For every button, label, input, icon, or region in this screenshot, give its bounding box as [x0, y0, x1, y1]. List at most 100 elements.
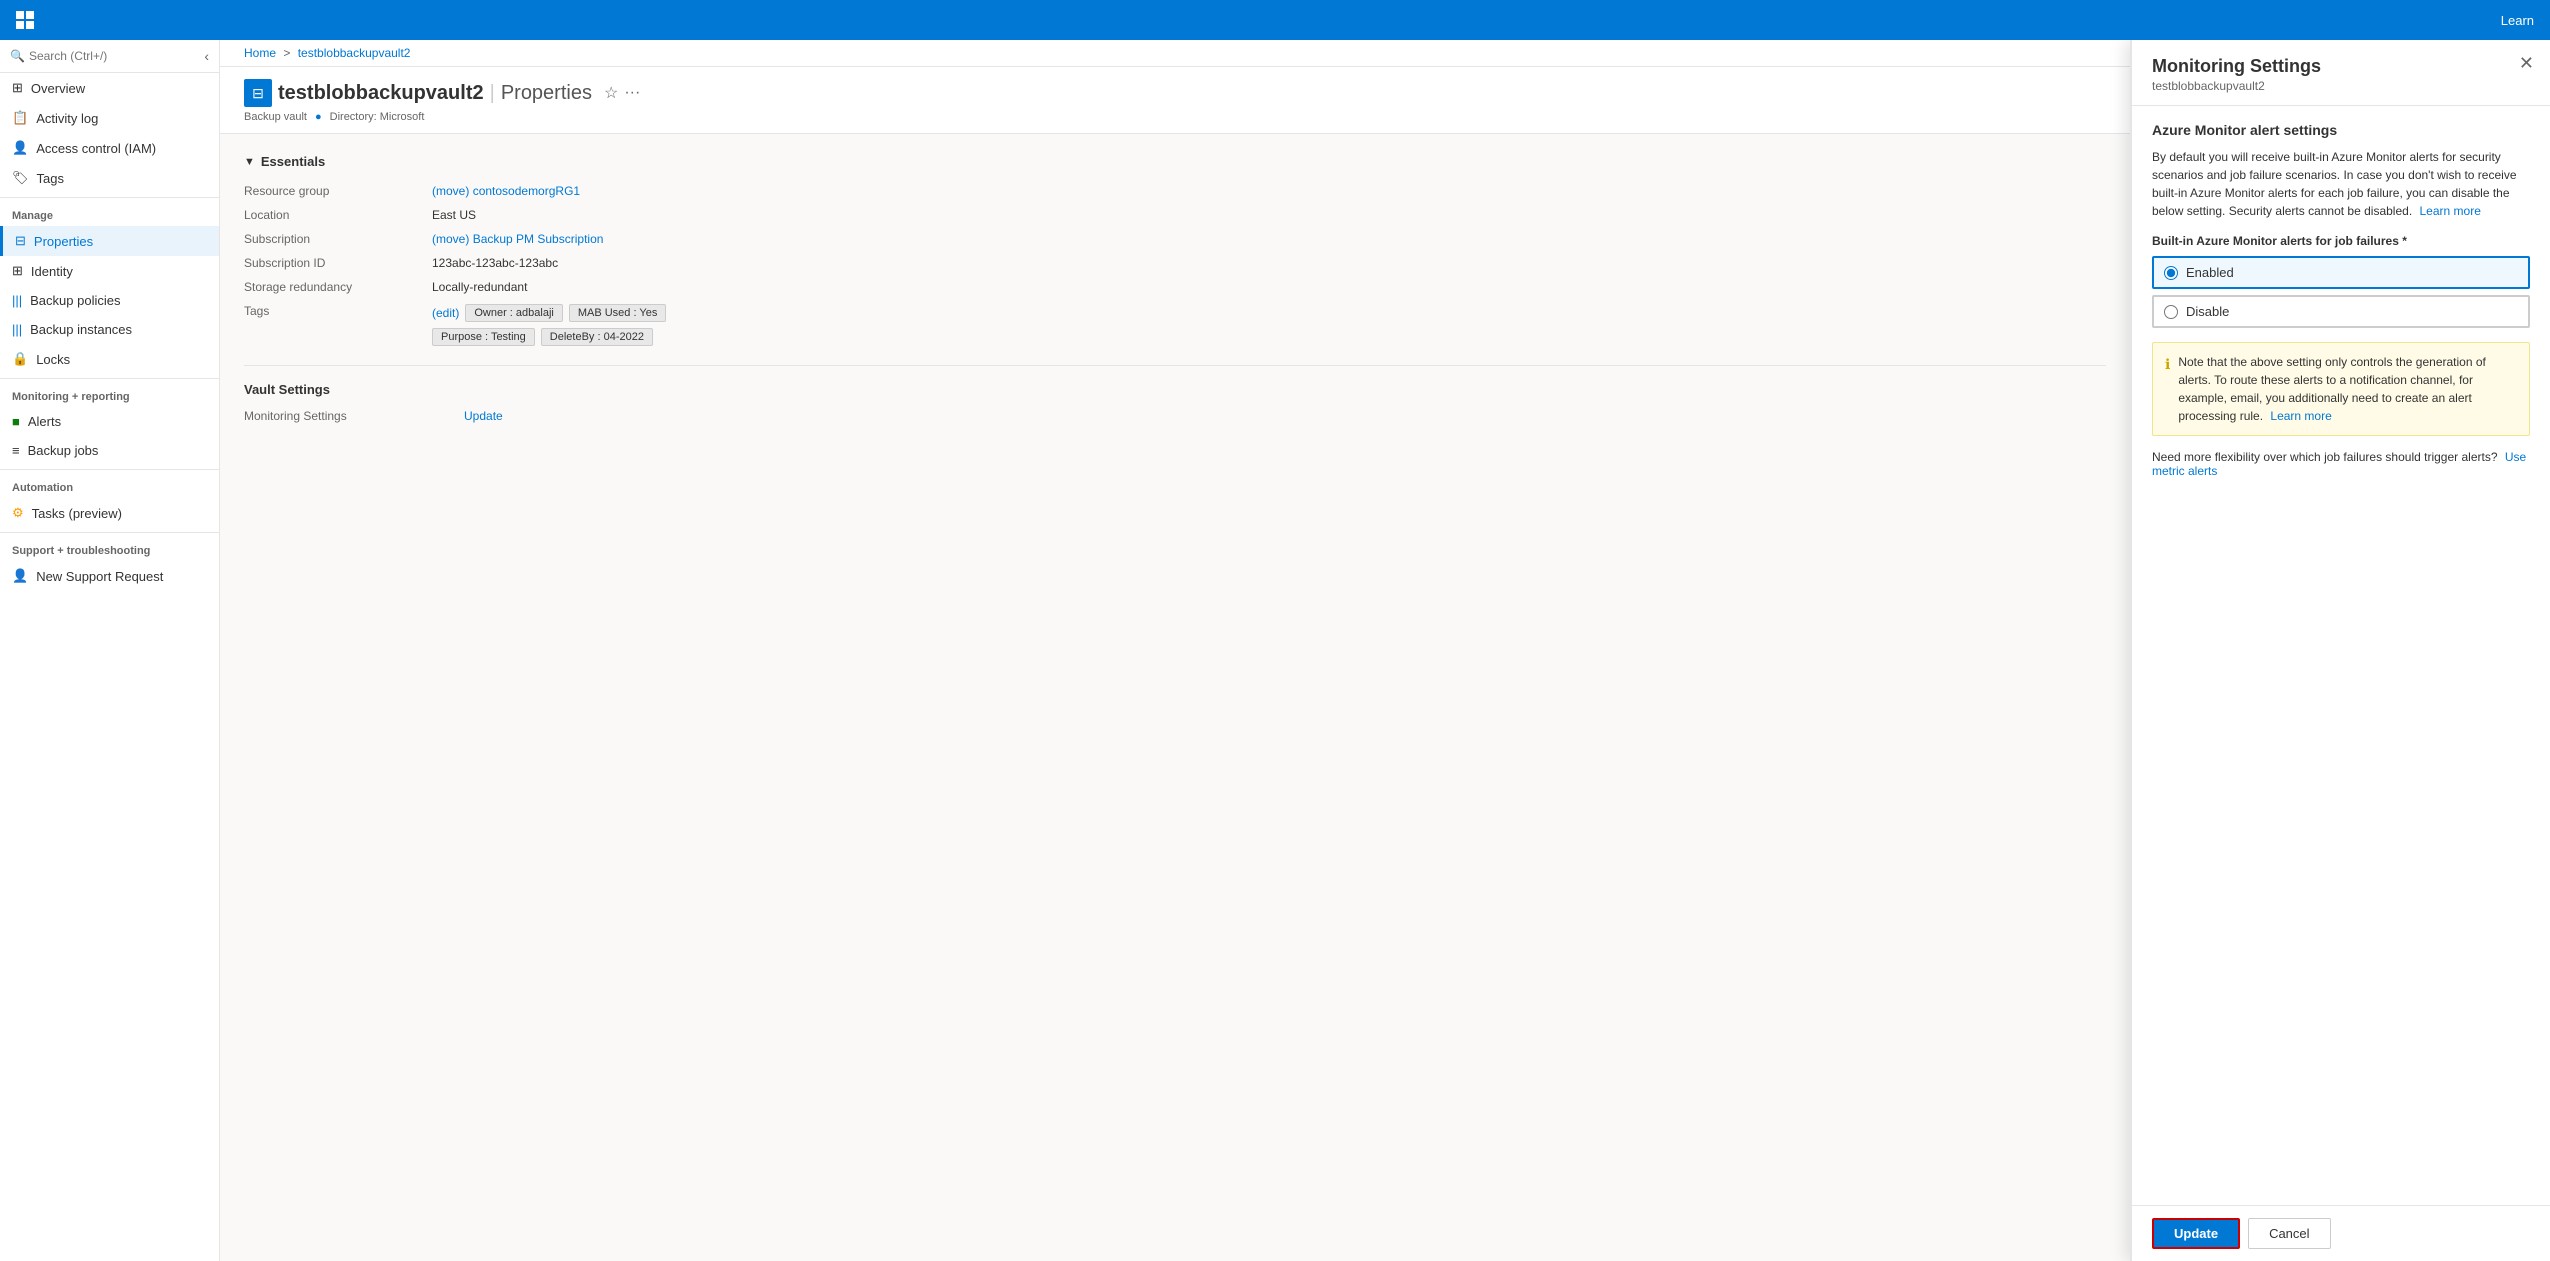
vault-settings-title: Vault Settings: [244, 382, 2106, 397]
tag-badge-deleteby: DeleteBy : 04-2022: [541, 328, 653, 346]
alerts-icon: ■: [12, 414, 20, 429]
sidebar-item-alerts[interactable]: ■ Alerts: [0, 407, 219, 436]
info-icon: ℹ: [2165, 354, 2170, 425]
breadcrumb: Home > testblobbackupvault2: [220, 40, 2130, 67]
subscription-label: Subscription: [244, 229, 424, 249]
info-box: ℹ Note that the above setting only contr…: [2152, 342, 2530, 436]
azure-logo: [16, 11, 34, 29]
learn-more-link[interactable]: Learn more: [2420, 204, 2481, 218]
update-button[interactable]: Update: [2152, 1218, 2240, 1249]
support-section-label: Support + troubleshooting: [0, 537, 219, 561]
sidebar: 🔍 ‹ ⊞ Overview 📋 Activity log 👤 Access c…: [0, 40, 220, 1261]
monitoring-settings-label: Monitoring Settings: [244, 409, 444, 423]
overview-icon: ⊞: [12, 80, 23, 96]
monitoring-settings-panel: Monitoring Settings testblobbackupvault2…: [2130, 40, 2550, 1261]
directory-label: Directory: Microsoft: [330, 111, 425, 123]
sidebar-item-activity-log[interactable]: 📋 Activity log: [0, 103, 219, 133]
essentials-chevron-icon: ▼: [244, 156, 255, 168]
cancel-button[interactable]: Cancel: [2248, 1218, 2330, 1249]
subscription-move-link[interactable]: (move): [432, 232, 469, 246]
access-control-icon: 👤: [12, 140, 28, 156]
monitoring-settings-update-link[interactable]: Update: [464, 409, 503, 423]
radio-option-enabled[interactable]: Enabled: [2152, 256, 2530, 289]
resource-group-move-link[interactable]: (move): [432, 184, 469, 198]
sidebar-item-tags[interactable]: 🏷 Tags: [0, 163, 219, 193]
resource-group-link[interactable]: contosodemorgRG1: [473, 184, 580, 198]
page-header: ⊟ testblobbackupvault2 | Properties ☆ ··…: [220, 67, 2130, 134]
sidebar-item-locks[interactable]: 🔒 Locks: [0, 344, 219, 374]
panel-header: Monitoring Settings testblobbackupvault2…: [2132, 40, 2550, 106]
resource-group-label: Resource group: [244, 181, 424, 201]
sidebar-item-overview[interactable]: ⊞ Overview: [0, 73, 219, 103]
backup-instances-icon: |||: [12, 322, 22, 337]
directory-dot-icon: ●: [315, 111, 322, 123]
main-content: Home > testblobbackupvault2 ⊟ testblobba…: [220, 40, 2130, 1261]
identity-icon: ⊞: [12, 263, 23, 279]
activity-log-icon: 📋: [12, 110, 28, 126]
essentials-section: ▼ Essentials Resource group (move) conto…: [244, 154, 2106, 349]
storage-redundancy-label: Storage redundancy: [244, 277, 424, 297]
sidebar-item-tasks-preview[interactable]: ⚙ Tasks (preview): [0, 498, 219, 528]
tag-badge-purpose: Purpose : Testing: [432, 328, 535, 346]
sidebar-item-properties[interactable]: ⊟ Properties: [0, 226, 219, 256]
tags-icon: 🏷: [12, 170, 29, 186]
tag-badge-mab: MAB Used : Yes: [569, 304, 667, 322]
panel-section-title: Azure Monitor alert settings: [2152, 122, 2530, 138]
resource-type-label: Backup vault: [244, 111, 307, 123]
backup-policies-icon: |||: [12, 293, 22, 308]
page-resource-name: testblobbackupvault2: [278, 82, 484, 105]
subscription-id-label: Subscription ID: [244, 253, 424, 273]
radio-option-disable[interactable]: Disable: [2152, 295, 2530, 328]
sidebar-item-new-support-request[interactable]: 👤 New Support Request: [0, 561, 219, 591]
sidebar-item-access-control[interactable]: 👤 Access control (IAM): [0, 133, 219, 163]
tag-badge-owner: Owner : adbalaji: [465, 304, 563, 322]
panel-close-button[interactable]: ✕: [2519, 54, 2534, 72]
radio-group-label: Built-in Azure Monitor alerts for job fa…: [2152, 234, 2530, 248]
favorite-star-icon[interactable]: ☆: [604, 83, 618, 103]
radio-enabled-input[interactable]: [2164, 266, 2178, 280]
breadcrumb-sep: >: [283, 46, 290, 60]
sidebar-item-identity[interactable]: ⊞ Identity: [0, 256, 219, 286]
new-support-request-icon: 👤: [12, 568, 28, 584]
locks-icon: 🔒: [12, 351, 28, 367]
essentials-title[interactable]: ▼ Essentials: [244, 154, 2106, 169]
more-options-icon[interactable]: ···: [624, 84, 640, 102]
properties-icon: ⊟: [15, 233, 26, 249]
manage-section-label: Manage: [0, 202, 219, 226]
info-learn-more-link[interactable]: Learn more: [2270, 409, 2331, 423]
sidebar-item-backup-instances[interactable]: ||| Backup instances: [0, 315, 219, 344]
panel-subtitle: testblobbackupvault2: [2152, 79, 2530, 93]
panel-footer: Update Cancel: [2132, 1205, 2550, 1261]
search-icon: 🔍: [10, 49, 25, 63]
monitoring-section-label: Monitoring + reporting: [0, 383, 219, 407]
panel-description: By default you will receive built-in Azu…: [2152, 148, 2530, 220]
tags-value: (edit) Owner : adbalaji MAB Used : Yes P…: [424, 301, 724, 349]
subscription-value: (move) Backup PM Subscription: [424, 229, 724, 249]
location-label: Location: [244, 205, 424, 225]
storage-redundancy-value: Locally-redundant: [424, 277, 724, 297]
backup-jobs-icon: ≡: [12, 443, 20, 458]
vault-settings-section: Vault Settings Monitoring Settings Updat…: [244, 365, 2106, 423]
radio-disable-label[interactable]: Disable: [2186, 304, 2229, 319]
breadcrumb-current[interactable]: testblobbackupvault2: [298, 46, 411, 60]
vault-icon: ⊟: [244, 79, 272, 107]
tasks-preview-icon: ⚙: [12, 505, 24, 521]
search-input[interactable]: [29, 49, 200, 63]
panel-body: Azure Monitor alert settings By default …: [2132, 106, 2550, 1205]
radio-enabled-label[interactable]: Enabled: [2186, 265, 2234, 280]
location-value: East US: [424, 205, 724, 225]
automation-section-label: Automation: [0, 474, 219, 498]
resource-group-value: (move) contosodemorgRG1: [424, 181, 724, 201]
tags-label: Tags: [244, 301, 424, 349]
panel-title: Monitoring Settings: [2152, 56, 2530, 77]
radio-disable-input[interactable]: [2164, 305, 2178, 319]
metric-alerts-row: Need more flexibility over which job fai…: [2152, 450, 2530, 478]
breadcrumb-home[interactable]: Home: [244, 46, 276, 60]
subscription-link[interactable]: Backup PM Subscription: [473, 232, 604, 246]
sidebar-collapse-button[interactable]: ‹: [204, 48, 209, 64]
tags-edit-link[interactable]: (edit): [432, 306, 459, 320]
learn-link[interactable]: Learn: [2501, 13, 2534, 28]
sidebar-item-backup-jobs[interactable]: ≡ Backup jobs: [0, 436, 219, 465]
sidebar-item-backup-policies[interactable]: ||| Backup policies: [0, 286, 219, 315]
subscription-id-value: 123abc-123abc-123abc: [424, 253, 724, 273]
